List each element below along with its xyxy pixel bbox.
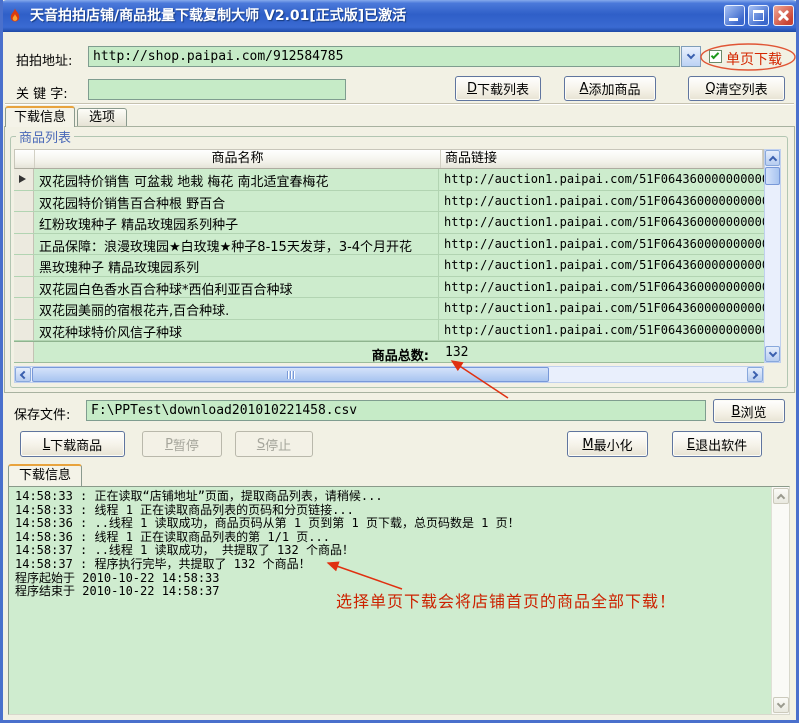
table-row[interactable]: 双花园白色香水百合种球*西伯利亚百合种球 http://auction1.pai…: [14, 277, 764, 299]
product-link-cell: http://auction1.paipai.com/51F0643600000…: [439, 320, 764, 341]
browse-button[interactable]: B浏览: [713, 399, 785, 423]
save-file-path-input[interactable]: [86, 400, 706, 421]
chevron-down-icon: [687, 51, 695, 59]
product-link-cell: http://auction1.paipai.com/51F0643600000…: [439, 298, 764, 319]
product-list-group-title: 商品列表: [16, 127, 74, 146]
shop-address-input[interactable]: [88, 46, 680, 67]
product-link-cell: http://auction1.paipai.com/51F0643600000…: [439, 212, 764, 233]
maximize-window-icon[interactable]: [748, 5, 769, 26]
scroll-right-icon[interactable]: [747, 367, 763, 382]
table-row[interactable]: 双花园特价销售百合种根 野百合 http://auction1.paipai.c…: [14, 191, 764, 213]
product-name-cell: 双花园白色香水百合种球*西伯利亚百合种球: [34, 277, 439, 298]
table-row[interactable]: 双花园美丽的宿根花卉,百合种球. http://auction1.paipai.…: [14, 298, 764, 320]
column-header-product-link[interactable]: 商品链接: [441, 150, 763, 168]
scroll-left-icon[interactable]: [15, 367, 31, 382]
minimize-app-button[interactable]: M最小化: [567, 431, 648, 457]
product-name-cell: 双花种球特价风信子种球: [34, 320, 439, 341]
total-row: 商品总数: 132: [14, 341, 764, 363]
download-list-button[interactable]: D下载列表: [455, 76, 541, 101]
product-link-cell: http://auction1.paipai.com/51F0643600000…: [439, 169, 764, 190]
product-name-cell: 双花园美丽的宿根花卉,百合种球.: [34, 298, 439, 319]
scroll-up-icon[interactable]: [773, 488, 789, 504]
tab-download-log[interactable]: 下载信息: [8, 464, 82, 486]
product-name-cell: 双花园特价销售 可盆栽 地栽 梅花 南北适宜春梅花: [34, 169, 439, 190]
single-page-checkbox[interactable]: [709, 50, 722, 63]
log-line: 14:58:33 : 正在读取“店铺地址”页面，提取商品列表，请稍候...: [15, 490, 787, 504]
titlebar: 天音拍拍店铺/商品批量下载复制大师 V2.01[正式版]已激活: [0, 0, 799, 32]
exit-app-button[interactable]: E退出软件: [672, 431, 762, 457]
keyword-input[interactable]: [88, 79, 346, 100]
total-count-label: 商品总数:: [34, 342, 439, 362]
log-line: 14:58:37 : ..线程 1 读取成功， 共提取了 132 个商品！: [15, 544, 787, 558]
log-vertical-scrollbar[interactable]: [771, 487, 789, 714]
shop-address-label: 拍拍地址:: [16, 50, 72, 69]
clear-list-button[interactable]: Q清空列表: [688, 76, 785, 101]
download-products-button[interactable]: L下载商品: [20, 431, 125, 457]
table-row[interactable]: 正品保障：浪漫玫瑰园★白玫瑰★种子8-15天发芽，3-4个月开花 http://…: [14, 234, 764, 256]
product-name-cell: 红粉玫瑰种子 精品玫瑰园系列种子: [34, 212, 439, 233]
product-link-cell: http://auction1.paipai.com/51F0643600000…: [439, 234, 764, 255]
minimize-window-icon[interactable]: [724, 5, 745, 26]
tab-download-info[interactable]: 下载信息: [5, 106, 75, 127]
table-row[interactable]: 红粉玫瑰种子 精品玫瑰园系列种子 http://auction1.paipai.…: [14, 212, 764, 234]
product-link-cell: http://auction1.paipai.com/51F0643600000…: [439, 255, 764, 276]
product-name-cell: 正品保障：浪漫玫瑰园★白玫瑰★种子8-15天发芽，3-4个月开花: [34, 234, 439, 255]
log-line: 14:58:37 : 程序执行完毕，共提取了 132 个商品！: [15, 558, 787, 572]
scroll-down-icon[interactable]: [765, 346, 780, 362]
table-header-row: 商品名称 商品链接: [14, 149, 764, 169]
red-annotation-text: 选择单页下载会将店铺首页的商品全部下载！: [336, 588, 676, 612]
scrollbar-thumb[interactable]: [32, 367, 549, 382]
keyword-label: 关 键 字:: [16, 83, 68, 102]
row-selector-column-header: [15, 150, 35, 168]
app-window: 天音拍拍店铺/商品批量下载复制大师 V2.01[正式版]已激活 拍拍地址: 单页…: [0, 0, 799, 723]
table-row[interactable]: 黑玫瑰种子 精品玫瑰园系列 http://auction1.paipai.com…: [14, 255, 764, 277]
table-horizontal-scrollbar[interactable]: [14, 366, 764, 383]
close-window-icon[interactable]: [773, 5, 794, 26]
product-name-cell: 黑玫瑰种子 精品玫瑰园系列: [34, 255, 439, 276]
green-checkmark-icon: [711, 51, 719, 59]
flame-icon: [7, 8, 23, 24]
table-row[interactable]: 双花园特价销售 可盆栽 地栽 梅花 南北适宜春梅花 http://auction…: [14, 169, 764, 191]
window-title: 天音拍拍店铺/商品批量下载复制大师 V2.01[正式版]已激活: [30, 0, 406, 32]
add-item-button[interactable]: A添加商品: [564, 76, 656, 101]
product-name-cell: 双花园特价销售百合种根 野百合: [34, 191, 439, 212]
scrollbar-thumb[interactable]: [765, 167, 780, 185]
product-table: 商品名称 商品链接 双花园特价销售 可盆栽 地栽 梅花 南北适宜春梅花 http…: [14, 149, 764, 363]
current-row-marker-icon: [19, 175, 26, 183]
pause-button[interactable]: P暂停: [142, 431, 222, 457]
stop-button[interactable]: S停止: [235, 431, 313, 457]
tab-options[interactable]: 选项: [77, 108, 127, 127]
product-link-cell: http://auction1.paipai.com/51F0643600000…: [439, 191, 764, 212]
single-page-label[interactable]: 单页下载: [726, 49, 782, 69]
table-row[interactable]: 双花种球特价风信子种球 http://auction1.paipai.com/5…: [14, 320, 764, 342]
column-header-product-name[interactable]: 商品名称: [35, 150, 441, 168]
table-vertical-scrollbar[interactable]: [764, 149, 781, 363]
scroll-up-icon[interactable]: [765, 150, 780, 166]
divider: [5, 103, 794, 105]
save-file-label: 保存文件:: [14, 404, 70, 423]
shop-address-dropdown-button[interactable]: [681, 46, 701, 67]
product-link-cell: http://auction1.paipai.com/51F0643600000…: [439, 277, 764, 298]
scroll-down-icon[interactable]: [773, 697, 789, 713]
total-count-value: 132: [439, 342, 764, 362]
log-line: 14:58:36 : ..线程 1 读取成功，商品页码从第 1 页到第 1 页下…: [15, 517, 787, 531]
